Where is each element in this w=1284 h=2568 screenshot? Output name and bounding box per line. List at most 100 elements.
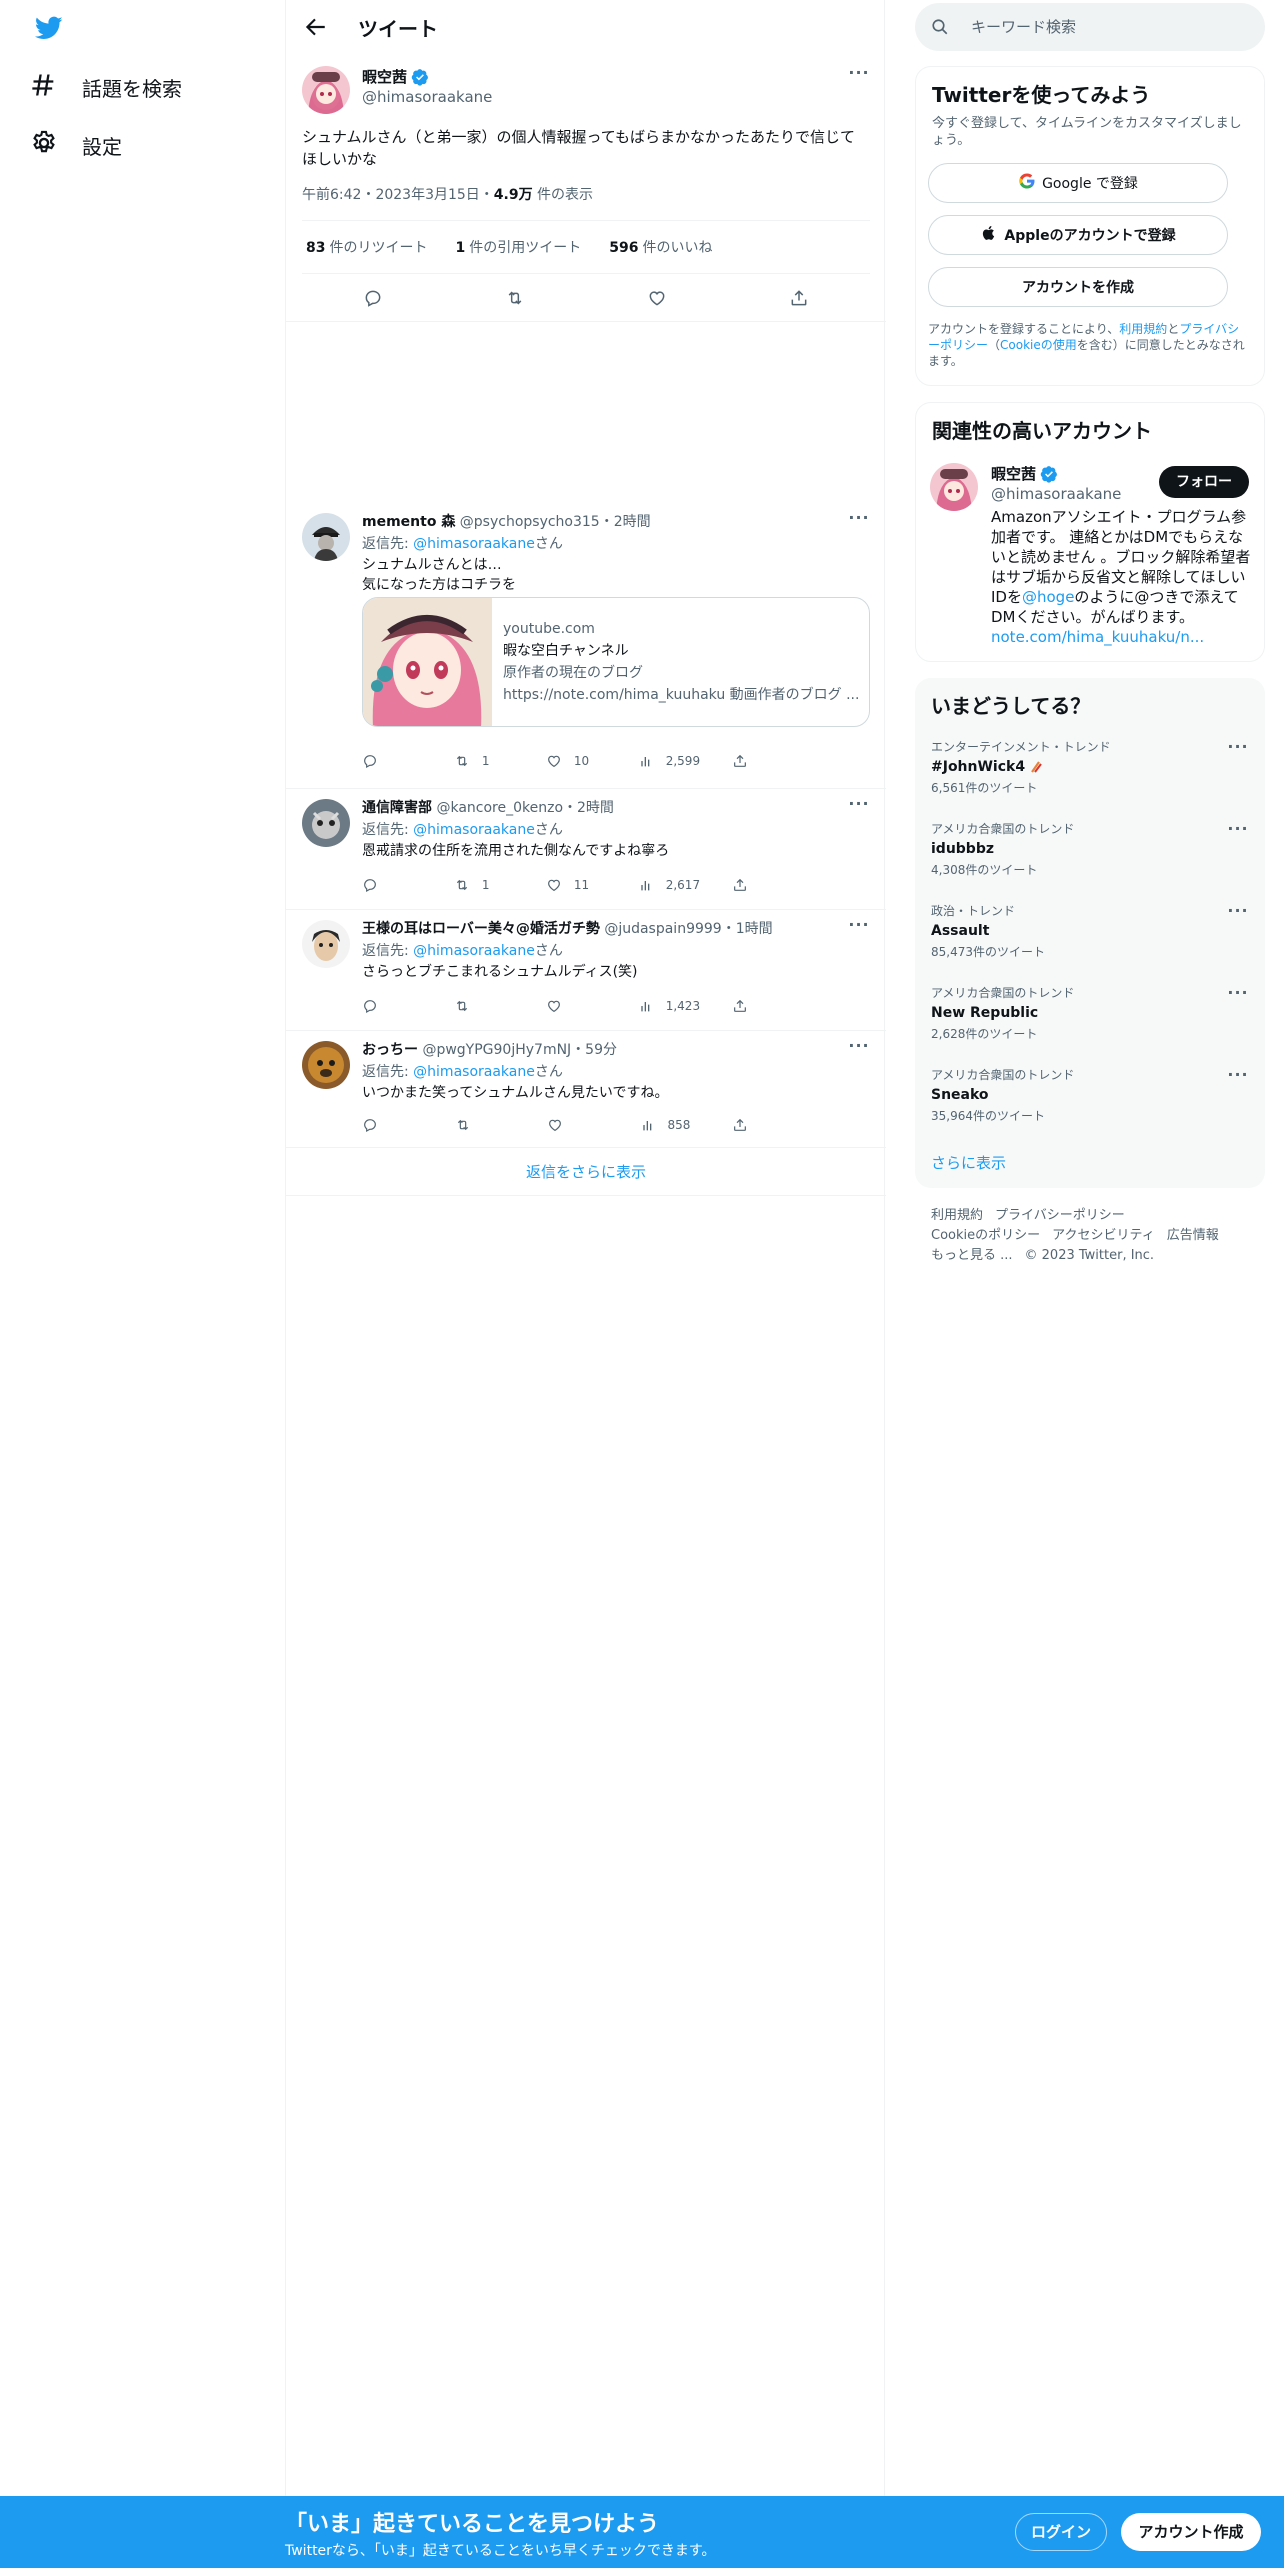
search-input[interactable] xyxy=(971,15,1241,39)
link-card[interactable]: youtube.com 暇な空白チャンネル 原作者の現在のブログ https:/… xyxy=(362,597,870,727)
avatar[interactable] xyxy=(930,463,978,511)
views-button[interactable]: 1,423 xyxy=(638,994,700,1018)
trend-item[interactable]: エンターテインメント・トレンド #JohnWick4 6,561件のツイート ·… xyxy=(931,738,1249,818)
views-button[interactable]: 2,599 xyxy=(638,749,700,773)
avatar[interactable] xyxy=(302,920,350,968)
views-button[interactable]: 2,617 xyxy=(638,873,700,897)
trend-item[interactable]: アメリカ合衆国のトレンド New Republic 2,628件のツイート ··… xyxy=(931,984,1249,1064)
reply-to-link[interactable]: @himasoraakane xyxy=(413,1064,535,1080)
like-button[interactable]: 11 xyxy=(546,873,606,897)
reply-to-link[interactable]: @himasoraakane xyxy=(413,943,535,959)
views-button[interactable]: 858 xyxy=(640,1113,700,1137)
reply-time[interactable]: ・1時間 xyxy=(722,921,773,937)
more-options-icon[interactable]: ··· xyxy=(1227,821,1249,846)
trend-item[interactable]: アメリカ合衆国のトレンド Sneako 35,964件のツイート ··· xyxy=(931,1066,1249,1146)
back-arrow-icon[interactable] xyxy=(302,14,328,40)
retweet-button[interactable]: 1 xyxy=(454,749,514,773)
reply-author-name[interactable]: おっちー xyxy=(362,1042,418,1058)
reply-author-name[interactable]: memento 森 xyxy=(362,514,455,530)
reply-button[interactable] xyxy=(362,873,422,897)
trend-item[interactable]: 政治・トレンド Assault 85,473件のツイート ··· xyxy=(931,902,1249,982)
reply-button[interactable] xyxy=(362,994,422,1018)
share-button[interactable] xyxy=(732,994,792,1018)
retweets-stat[interactable]: 83 件のリツイート xyxy=(306,237,427,257)
more-options-icon[interactable]: ··· xyxy=(848,796,870,821)
reply-author-handle[interactable]: @kancore_0kenzo xyxy=(436,800,563,816)
signup-button[interactable]: アカウント作成 xyxy=(1121,2513,1261,2551)
google-signup-button[interactable]: Google で登録 xyxy=(928,163,1228,203)
search-bar[interactable] xyxy=(915,3,1265,51)
reply-author-handle[interactable]: @psychopsycho315 xyxy=(460,514,600,530)
reply-time[interactable]: ・2時間 xyxy=(600,514,651,530)
twitter-logo-icon[interactable] xyxy=(32,14,66,42)
more-options-icon[interactable]: ··· xyxy=(848,917,870,942)
reply-author-name[interactable]: 王様の耳はローバー美々@婚活ガチ勢 xyxy=(362,921,600,937)
retweet-icon[interactable] xyxy=(502,285,528,311)
reply-time[interactable]: ・59分 xyxy=(571,1042,617,1058)
nav-explore[interactable]: 話題を検索 xyxy=(30,59,182,115)
reply-to-link[interactable]: @himasoraakane xyxy=(413,536,535,552)
avatar[interactable] xyxy=(302,66,350,114)
apple-signup-button[interactable]: Appleのアカウントで登録 xyxy=(928,215,1228,255)
retweet-button[interactable]: 1 xyxy=(454,873,514,897)
reply-tweet[interactable]: おっちー @pwgYPG90jHy7mNJ・59分 ··· 返信先: @hima… xyxy=(286,1031,886,1148)
share-button[interactable] xyxy=(732,1113,792,1137)
more-options-icon[interactable]: ··· xyxy=(848,1038,870,1063)
reply-author-handle[interactable]: @pwgYPG90jHy7mNJ xyxy=(422,1042,571,1058)
reply-time[interactable]: ・2時間 xyxy=(563,800,614,816)
trends-show-more-link[interactable]: さらに表示 xyxy=(931,1152,1006,1173)
nav-settings[interactable]: 設定 xyxy=(30,117,122,173)
footer-cookie-link[interactable]: Cookieのポリシー xyxy=(931,1228,1040,1243)
related-account-name[interactable]: 暇空茜 xyxy=(991,463,1058,484)
reply-button[interactable] xyxy=(362,1113,422,1137)
reply-to-link[interactable]: @himasoraakane xyxy=(413,822,535,838)
share-button[interactable] xyxy=(732,749,792,773)
author-handle[interactable]: @himasoraakane xyxy=(362,88,492,106)
trend-item[interactable]: アメリカ合衆国のトレンド idubbbz 4,308件のツイート ··· xyxy=(931,820,1249,900)
more-options-icon[interactable]: ··· xyxy=(848,510,870,535)
reply-tweet[interactable]: memento 森 @psychopsycho315・2時間 ··· 返信先: … xyxy=(286,503,886,789)
reply-tweet[interactable]: 通信障害部 @kancore_0kenzo・2時間 ··· 返信先: @hima… xyxy=(286,789,886,910)
reply-tweet[interactable]: 王様の耳はローバー美々@婚活ガチ勢 @judaspain9999・1時間 ···… xyxy=(286,910,886,1031)
more-options-icon[interactable]: ··· xyxy=(1227,985,1249,1010)
avatar[interactable] xyxy=(302,799,350,847)
like-button[interactable] xyxy=(547,1113,607,1137)
related-account-handle[interactable]: @himasoraakane xyxy=(991,485,1121,503)
create-account-button[interactable]: アカウントを作成 xyxy=(928,267,1228,307)
footer-accessibility-link[interactable]: アクセシビリティ xyxy=(1052,1228,1155,1243)
footer-more-link[interactable]: もっと見る ... xyxy=(931,1248,1013,1263)
like-button[interactable] xyxy=(546,994,606,1018)
footer-privacy-link[interactable]: プライバシーポリシー xyxy=(995,1208,1125,1223)
like-icon xyxy=(547,1000,560,1013)
cookie-link[interactable]: Cookieの使用 xyxy=(1000,338,1077,352)
author-name[interactable]: 暇空茜 xyxy=(362,66,429,87)
avatar[interactable] xyxy=(302,513,350,561)
tweet-timestamp[interactable]: 午前6:42・2023年3月15日・ xyxy=(302,187,494,203)
reply-author-name[interactable]: 通信障害部 xyxy=(362,800,432,816)
show-more-replies-button[interactable]: 返信をさらに表示 xyxy=(286,1148,886,1196)
follow-button[interactable]: フォロー xyxy=(1159,466,1249,498)
reply-button[interactable] xyxy=(362,749,422,773)
share-icon[interactable] xyxy=(786,285,812,311)
quotes-label: 件の引用ツイート xyxy=(469,240,582,256)
reply-icon[interactable] xyxy=(360,285,386,311)
more-options-icon[interactable]: ··· xyxy=(848,65,870,90)
bio-mention-link[interactable]: @hoge xyxy=(1022,588,1074,606)
reply-author-handle[interactable]: @judaspain9999 xyxy=(604,921,721,937)
terms-link[interactable]: 利用規約 xyxy=(1119,322,1167,336)
more-options-icon[interactable]: ··· xyxy=(1227,903,1249,928)
avatar[interactable] xyxy=(302,1041,350,1089)
footer-ads-link[interactable]: 広告情報 xyxy=(1167,1228,1219,1243)
retweet-button[interactable] xyxy=(455,1113,515,1137)
retweet-button[interactable] xyxy=(454,994,514,1018)
likes-stat[interactable]: 596 件のいいね xyxy=(609,237,712,257)
login-button[interactable]: ログイン xyxy=(1015,2513,1107,2551)
share-button[interactable] xyxy=(732,873,792,897)
footer-terms-link[interactable]: 利用規約 xyxy=(931,1208,983,1223)
quotes-stat[interactable]: 1 件の引用ツイート xyxy=(455,237,581,257)
more-options-icon[interactable]: ··· xyxy=(1227,1067,1249,1092)
like-icon[interactable] xyxy=(644,285,670,311)
more-options-icon[interactable]: ··· xyxy=(1227,739,1249,764)
like-button[interactable]: 10 xyxy=(546,749,606,773)
bio-link[interactable]: note.com/hima_kuuhaku/n... xyxy=(991,628,1204,646)
